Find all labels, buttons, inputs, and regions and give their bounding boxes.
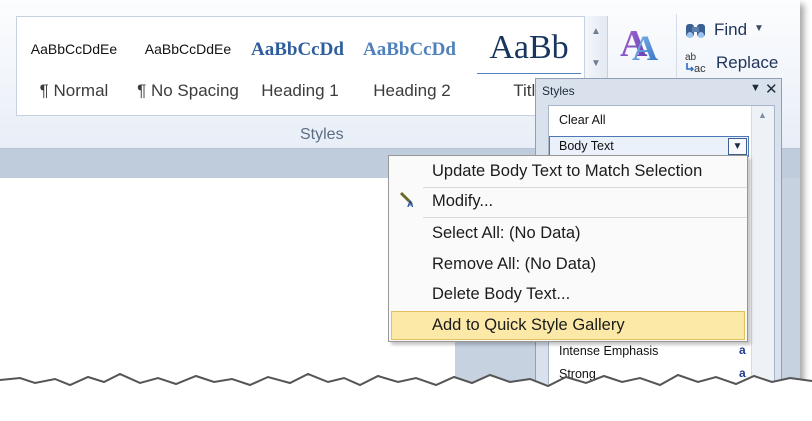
word-window: AaBbCcDdEe ¶ Normal AaBbCcDdEe ¶ No Spac… bbox=[0, 0, 800, 410]
style-no-spacing[interactable]: AaBbCcDdEe ¶ No Spacing bbox=[131, 17, 245, 115]
style-heading-1-sample: AaBbCcDd bbox=[251, 39, 344, 60]
menu-delete-body-text[interactable]: Delete Body Text... bbox=[389, 281, 747, 309]
style-normal-label: ¶ Normal bbox=[39, 81, 109, 100]
styles-group-label: Styles bbox=[300, 126, 344, 143]
style-no-spacing-sample: AaBbCcDdEe bbox=[144, 41, 232, 57]
quick-style-gallery: AaBbCcDdEe ¶ Normal AaBbCcDdEe ¶ No Spac… bbox=[16, 16, 608, 116]
title-underline bbox=[477, 73, 581, 74]
style-body-text-label: Body Text bbox=[559, 139, 614, 153]
menu-add-to-gallery[interactable]: Add to Quick Style Gallery bbox=[389, 312, 747, 340]
style-heading-1[interactable]: AaBbCcDd Heading 1 bbox=[245, 17, 355, 115]
editing-group: Find ▼ ab ac Replace bbox=[682, 14, 800, 84]
menu-separator bbox=[423, 217, 747, 218]
find-label: Find bbox=[714, 20, 748, 39]
menu-modify[interactable]: Modify... bbox=[389, 188, 747, 216]
menu-select-all-label: Select All: (No Data) bbox=[432, 224, 581, 242]
svg-text:A: A bbox=[632, 28, 658, 66]
menu-remove-all[interactable]: Remove All: (No Data) bbox=[389, 251, 747, 279]
menu-update-label: Update Body Text to Match Selection bbox=[432, 162, 703, 180]
gallery-down-icon[interactable]: ▼ bbox=[585, 48, 607, 80]
scroll-up-icon[interactable]: ▲ bbox=[758, 110, 767, 120]
pane-options-icon[interactable]: ▼ bbox=[750, 82, 761, 94]
menu-select-all[interactable]: Select All: (No Data) bbox=[389, 220, 747, 248]
style-heading-1-label: Heading 1 bbox=[261, 81, 339, 100]
svg-text:ac: ac bbox=[694, 63, 706, 74]
style-normal-sample: AaBbCcDdEe bbox=[30, 41, 118, 57]
replace-icon: ab ac bbox=[685, 52, 706, 74]
context-menu: Update Body Text to Match Selection A Mo… bbox=[388, 155, 748, 342]
menu-remove-all-label: Remove All: (No Data) bbox=[432, 255, 597, 273]
binoculars-icon bbox=[686, 24, 705, 38]
menu-modify-label: Modify... bbox=[432, 192, 494, 210]
style-heading-2-sample: AaBbCcDd bbox=[363, 39, 456, 60]
gallery-up-icon[interactable]: ▲ bbox=[585, 16, 607, 48]
style-heading-2-label: Heading 2 bbox=[373, 81, 451, 100]
chevron-down-icon[interactable]: ▼ bbox=[728, 138, 747, 155]
style-title-sample: AaBb bbox=[489, 29, 569, 66]
style-heading-2[interactable]: AaBbCcDd Heading 2 bbox=[355, 17, 469, 115]
svg-text:ab: ab bbox=[685, 52, 697, 63]
torn-edge bbox=[0, 372, 812, 421]
styles-pane-title: Styles bbox=[542, 84, 575, 98]
close-icon[interactable]: ✕ bbox=[765, 80, 778, 98]
style-body-text[interactable]: Body Text ▼ bbox=[549, 136, 749, 157]
menu-delete-label: Delete Body Text... bbox=[432, 285, 571, 303]
menu-update-body-text[interactable]: Update Body Text to Match Selection bbox=[389, 158, 747, 186]
replace-label: Replace bbox=[716, 53, 779, 72]
style-clear-all[interactable]: Clear All bbox=[559, 113, 606, 127]
find-dropdown-icon[interactable]: ▼ bbox=[754, 23, 764, 34]
change-styles-icon[interactable]: A A bbox=[618, 18, 664, 66]
style-normal[interactable]: AaBbCcDdEe ¶ Normal bbox=[17, 17, 131, 115]
style-no-spacing-label: ¶ No Spacing bbox=[137, 81, 239, 100]
menu-add-label: Add to Quick Style Gallery bbox=[432, 316, 625, 334]
